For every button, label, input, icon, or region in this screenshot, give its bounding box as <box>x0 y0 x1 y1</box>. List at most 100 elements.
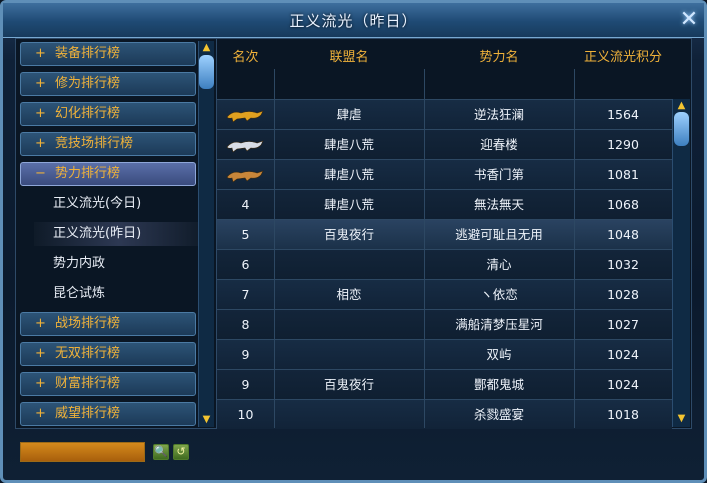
alliance-cell: 肆虐八荒 <box>323 197 374 212</box>
points-cell: 1024 <box>607 347 639 362</box>
ranking-table: 名次 联盟名 势力名 正义流光积分 肆虐 逆法狂澜 1564 肆虐八荒 迎春楼 1290 肆… <box>216 38 692 429</box>
force-name-cell: 逃避可耻且无用 <box>455 227 543 242</box>
alliance-cell: 肆虐八荒 <box>323 167 374 182</box>
table-row[interactable]: 10 杀戮盛宴 1018 <box>217 399 672 429</box>
sidebar-item-label: 威望排行榜 <box>55 406 121 421</box>
column-divider <box>274 69 275 428</box>
alliance-cell <box>274 400 424 429</box>
table-row[interactable]: 肆虐八荒 迎春楼 1290 <box>217 129 672 159</box>
column-divider <box>424 69 425 428</box>
table-row[interactable]: 6 清心 1032 <box>217 249 672 279</box>
rank-cell: 4 <box>241 197 250 212</box>
category-sidebar: + 装备排行榜 + 修为排行榜 + 幻化排行榜 + 竞技场排行榜 − 势力排行榜… <box>15 38 217 429</box>
table-row[interactable]: 肆虐八荒 书香门第 1081 <box>217 159 672 189</box>
sidebar-item-label: 势力排行榜 <box>55 166 121 181</box>
rank-cell: 6 <box>241 257 250 272</box>
force-name-cell: 清心 <box>486 257 512 272</box>
sub-item-justice-today[interactable]: 正义流光(今日) <box>53 192 203 216</box>
scroll-up-arrow-icon[interactable]: ▲ <box>675 100 688 112</box>
rank-cell: 7 <box>241 287 250 302</box>
title-bar[interactable]: 正义流光（昨日） ✕ <box>3 3 704 38</box>
search-icon[interactable]: 🔍 <box>153 444 169 460</box>
reset-icon[interactable]: ↺ <box>173 444 189 460</box>
window-title: 正义流光（昨日） <box>289 12 418 30</box>
force-name-cell: 無法無天 <box>473 197 524 212</box>
sub-item-justice-yesterday[interactable]: 正义流光(昨日) <box>34 222 204 246</box>
sidebar-item-illusion[interactable]: + 幻化排行榜 <box>20 102 196 126</box>
sidebar-item-battlefield[interactable]: + 战场排行榜 <box>20 312 196 336</box>
bronze-leopard-icon <box>226 170 264 183</box>
expand-icon: + <box>35 136 46 151</box>
header-force: 势力名 <box>479 50 519 65</box>
rank-cell <box>217 100 274 129</box>
force-name-cell: 书香门第 <box>473 167 524 182</box>
sidebar-item-label: 装备排行榜 <box>55 46 121 61</box>
force-name-cell: ヽ依恋 <box>480 287 518 302</box>
expand-icon: + <box>35 46 46 61</box>
rank-cell <box>217 130 274 159</box>
sidebar-item-wushuang[interactable]: + 无双排行榜 <box>20 342 196 366</box>
table-scroll-thumb[interactable] <box>674 112 689 146</box>
scroll-down-arrow-icon[interactable]: ▼ <box>200 414 213 426</box>
sidebar-scroll-thumb[interactable] <box>199 55 214 89</box>
alliance-cell <box>274 340 424 369</box>
points-cell: 1032 <box>607 257 639 272</box>
alliance-cell: 肆虐 <box>336 107 362 122</box>
alliance-cell: 百鬼夜行 <box>323 377 374 392</box>
points-cell: 1048 <box>607 227 639 242</box>
alliance-cell: 相恋 <box>336 287 362 302</box>
sidebar-item-equipment[interactable]: + 装备排行榜 <box>20 42 196 66</box>
search-input[interactable] <box>20 442 145 462</box>
sub-item-force-affairs[interactable]: 势力内政 <box>53 252 203 276</box>
table-row[interactable]: 9 双屿 1024 <box>217 339 672 369</box>
scroll-down-arrow-icon[interactable]: ▼ <box>675 413 688 425</box>
force-name-cell: 杀戮盛宴 <box>473 407 524 422</box>
sidebar-item-label: 无双排行榜 <box>55 346 121 361</box>
expand-icon: + <box>35 106 46 121</box>
sidebar-item-prestige[interactable]: + 威望排行榜 <box>20 402 196 426</box>
sidebar-item-force[interactable]: − 势力排行榜 <box>20 162 196 186</box>
header-alliance: 联盟名 <box>329 50 369 65</box>
sidebar-item-arena[interactable]: + 竞技场排行榜 <box>20 132 196 156</box>
rank-cell: 9 <box>241 347 250 362</box>
points-cell: 1068 <box>607 197 639 212</box>
points-cell: 1290 <box>607 137 639 152</box>
force-name-cell: 双屿 <box>486 347 512 362</box>
table-scrollbar[interactable]: ▲ ▼ <box>672 99 690 427</box>
alliance-cell: 百鬼夜行 <box>323 227 374 242</box>
header-rank: 名次 <box>232 50 259 65</box>
scroll-up-arrow-icon[interactable]: ▲ <box>200 42 213 54</box>
rank-cell: 10 <box>237 407 254 422</box>
points-cell: 1018 <box>607 407 639 422</box>
table-row[interactable]: 8 满船清梦压星河 1027 <box>217 309 672 339</box>
sidebar-item-label: 竞技场排行榜 <box>55 136 134 151</box>
alliance-cell <box>274 310 424 339</box>
table-row[interactable]: 7 相恋 ヽ依恋 1028 <box>217 279 672 309</box>
expand-icon: + <box>35 376 46 391</box>
sidebar-scrollbar[interactable]: ▲ ▼ <box>198 41 214 427</box>
table-row[interactable]: 4 肆虐八荒 無法無天 1068 <box>217 189 672 219</box>
sidebar-item-cultivation[interactable]: + 修为排行榜 <box>20 72 196 96</box>
alliance-cell <box>274 250 424 279</box>
points-cell: 1081 <box>607 167 639 182</box>
expand-icon: + <box>35 346 46 361</box>
table-row[interactable]: 5 百鬼夜行 逃避可耻且无用 1048 <box>217 219 672 249</box>
close-icon[interactable]: ✕ <box>678 9 700 31</box>
table-row[interactable]: 9 百鬼夜行 酆都鬼城 1024 <box>217 369 672 399</box>
alliance-cell: 肆虐八荒 <box>323 137 374 152</box>
force-name-cell: 逆法狂澜 <box>473 107 524 122</box>
force-name-cell: 满船清梦压星河 <box>455 317 543 332</box>
points-cell: 1024 <box>607 377 639 392</box>
column-divider <box>574 69 575 428</box>
silver-leopard-icon <box>226 140 264 153</box>
sidebar-item-label: 财富排行榜 <box>55 376 121 391</box>
rank-cell: 5 <box>241 227 250 242</box>
sidebar-item-wealth[interactable]: + 财富排行榜 <box>20 372 196 396</box>
points-cell: 1028 <box>607 287 639 302</box>
points-cell: 1027 <box>607 317 639 332</box>
sub-item-kunlun-trial[interactable]: 昆仑试炼 <box>53 282 203 306</box>
gold-leopard-icon <box>226 110 264 123</box>
expand-icon: + <box>35 76 46 91</box>
table-row[interactable]: 肆虐 逆法狂澜 1564 <box>217 99 672 129</box>
table-header: 名次 联盟名 势力名 正义流光积分 <box>217 39 672 69</box>
